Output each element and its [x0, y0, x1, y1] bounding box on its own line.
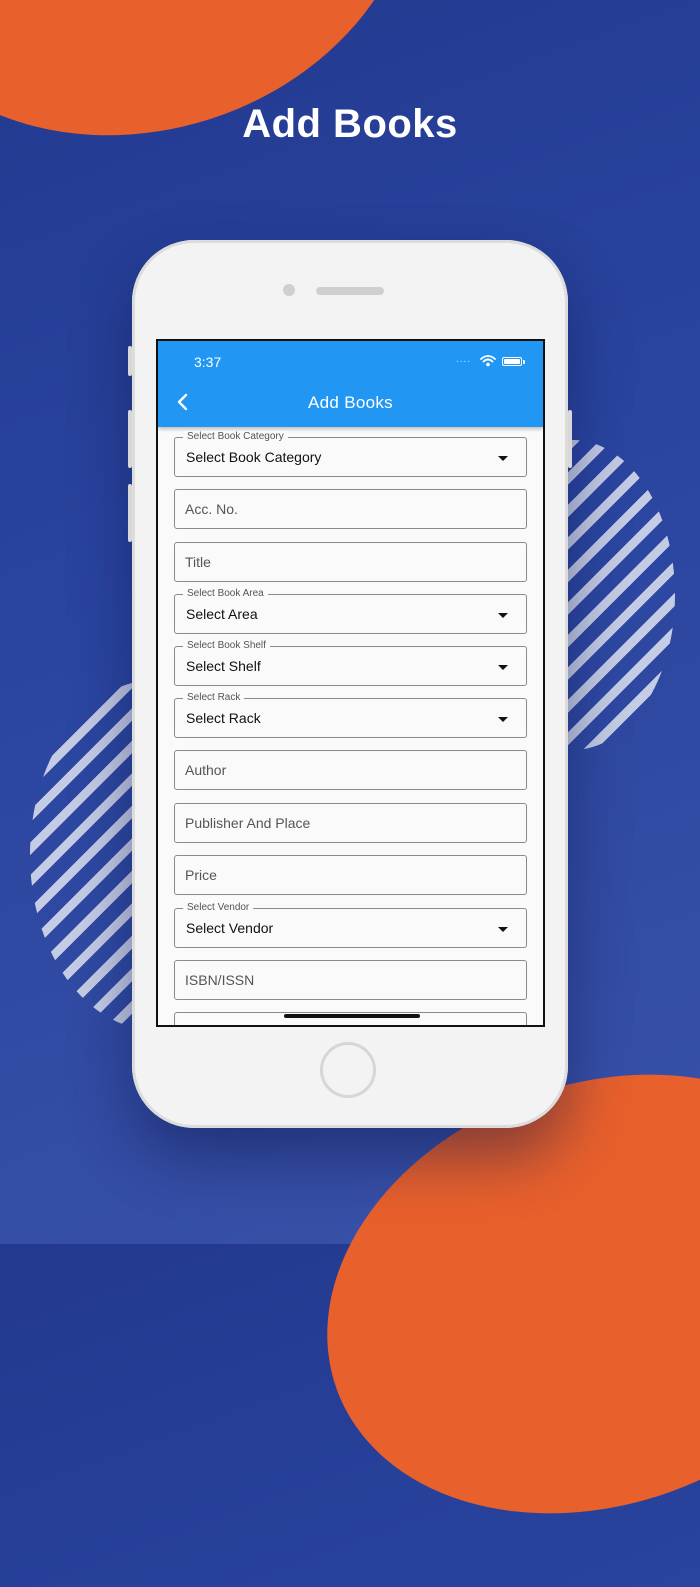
- book-category-label: Select Book Category: [183, 431, 288, 443]
- dropdown-arrow-icon: [498, 456, 508, 461]
- book-category-value: Select Book Category: [186, 449, 322, 465]
- status-time: 3:37: [194, 354, 222, 370]
- book-category-dropdown[interactable]: Select Book Category Select Book Categor…: [174, 431, 527, 477]
- vendor-label: Select Vendor: [183, 902, 254, 914]
- isbn-input[interactable]: ISBN/ISSN: [174, 960, 527, 1000]
- promo-headline: Add Books: [242, 102, 458, 146]
- author-input[interactable]: Author: [174, 750, 527, 790]
- dropdown-arrow-icon: [498, 927, 508, 932]
- page-title: Add Books: [308, 393, 393, 412]
- acc-no-placeholder: Acc. No.: [185, 501, 238, 517]
- book-area-label: Select Book Area: [183, 588, 268, 600]
- phone-mute-switch: [128, 346, 132, 376]
- rack-value: Select Rack: [186, 710, 261, 726]
- app-bar: 3:37 .... Add Books: [158, 341, 543, 427]
- rack-label: Select Rack: [183, 692, 245, 704]
- signal-icon: ....: [456, 354, 472, 365]
- battery-icon: [502, 357, 525, 366]
- publisher-input[interactable]: Publisher And Place: [174, 803, 527, 843]
- dropdown-arrow-icon: [498, 717, 508, 722]
- wifi-icon: [480, 355, 496, 367]
- phone-home-button[interactable]: [320, 1042, 376, 1098]
- book-area-value: Select Area: [186, 606, 258, 622]
- title-placeholder: Title: [185, 554, 211, 570]
- price-placeholder: Price: [185, 867, 217, 883]
- phone-speaker: [316, 287, 384, 295]
- isbn-placeholder: ISBN/ISSN: [185, 972, 255, 988]
- book-shelf-dropdown[interactable]: Select Book Shelf Select Shelf: [174, 640, 527, 686]
- author-placeholder: Author: [185, 762, 227, 778]
- title-input[interactable]: Title: [174, 542, 527, 582]
- phone-power-button: [568, 410, 572, 468]
- book-shelf-value: Select Shelf: [186, 658, 261, 674]
- dropdown-arrow-icon: [498, 665, 508, 670]
- phone-volume-down: [128, 484, 132, 542]
- dropdown-arrow-icon: [498, 613, 508, 618]
- rack-dropdown[interactable]: Select Rack Select Rack: [174, 692, 527, 738]
- price-input[interactable]: Price: [174, 855, 527, 895]
- phone-camera: [283, 284, 295, 296]
- phone-volume-up: [128, 410, 132, 468]
- book-area-dropdown[interactable]: Select Book Area Select Area: [174, 588, 527, 634]
- phone-screen: 3:37 .... Add Books Select Book Category…: [156, 339, 545, 1027]
- vendor-value: Select Vendor: [186, 920, 274, 936]
- acc-no-input[interactable]: Acc. No.: [174, 489, 527, 529]
- book-shelf-label: Select Book Shelf: [183, 640, 270, 652]
- publisher-placeholder: Publisher And Place: [185, 815, 311, 831]
- vendor-dropdown[interactable]: Select Vendor Select Vendor: [174, 902, 527, 948]
- home-indicator: [284, 1014, 420, 1018]
